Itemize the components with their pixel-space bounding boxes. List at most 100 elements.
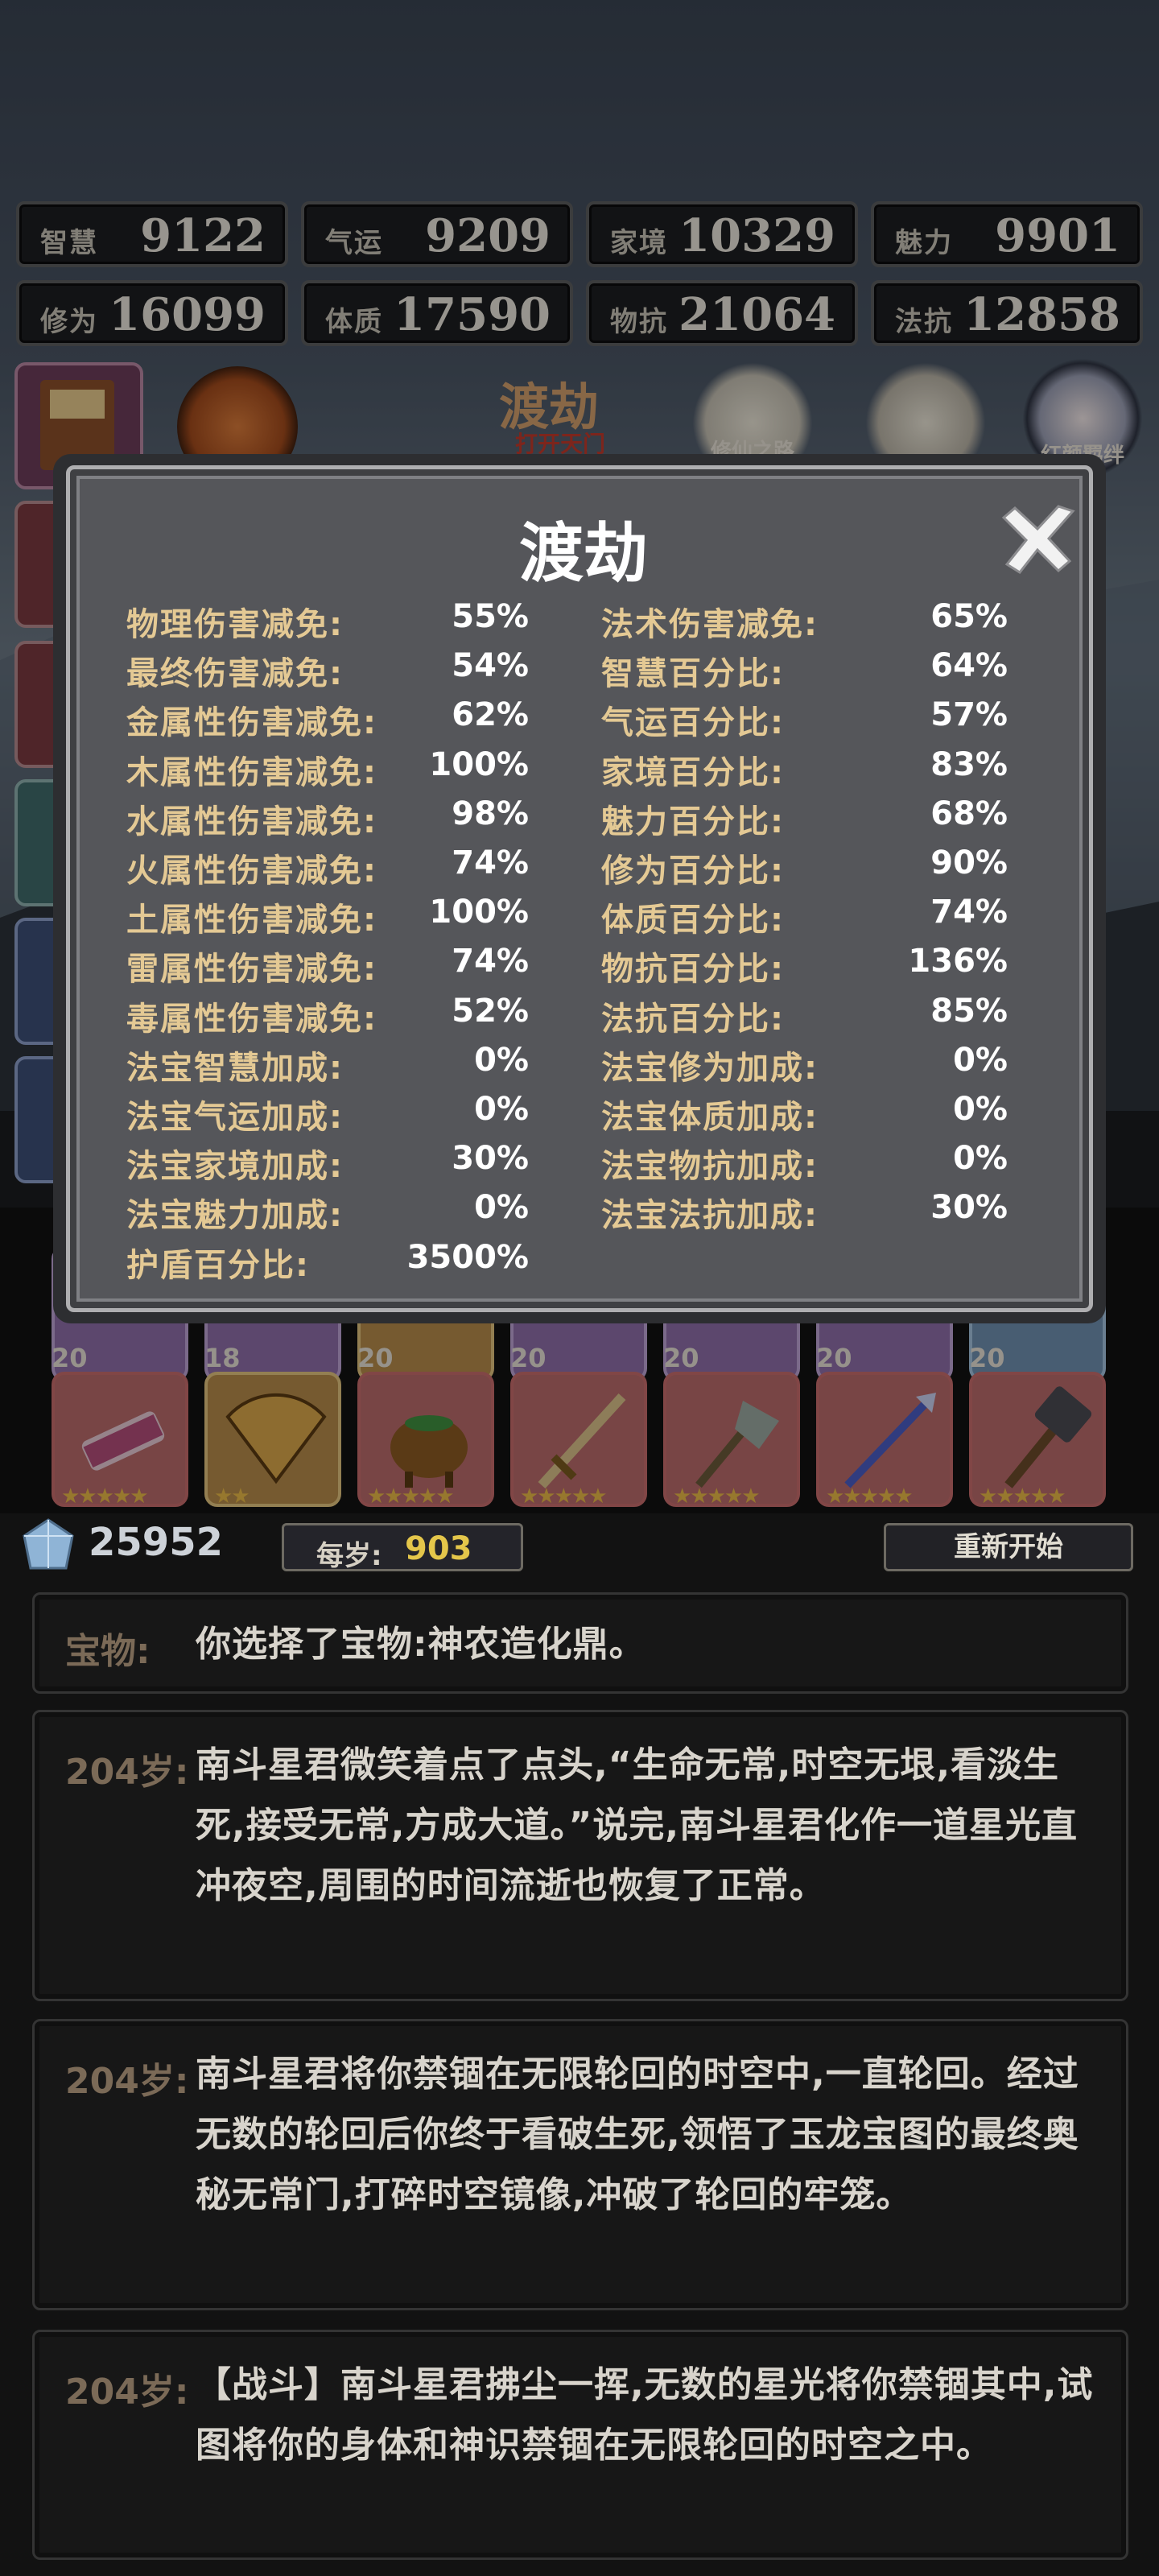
stat-row-label: 火属性伤害减免: bbox=[126, 852, 377, 890]
stat-row-label: 毒属性伤害减免: bbox=[126, 1000, 377, 1038]
stat-row: 物理伤害减免: 55% bbox=[126, 598, 529, 646]
stat-row-label: 水属性伤害减免: bbox=[126, 803, 377, 840]
stat-row-value: 74% bbox=[930, 894, 1008, 931]
stat-row: 法宝智慧加成: 0% bbox=[126, 1042, 529, 1090]
log-text: 【战斗】南斗星君拂尘一挥,无数的星光将你禁锢其中,试图将你的身体和神识禁锢在无限… bbox=[196, 2364, 1094, 2466]
stat-row-value: 3500% bbox=[406, 1238, 529, 1276]
stat-row-label: 金属性伤害减免: bbox=[126, 704, 377, 742]
stat-row-value: 0% bbox=[474, 1041, 529, 1079]
stat-row-label: 魅力百分比: bbox=[601, 803, 785, 840]
stat-row: 法宝物抗加成: 0% bbox=[601, 1140, 1008, 1188]
stat-row-label: 物抗百分比: bbox=[601, 951, 785, 989]
stat-row-value: 90% bbox=[930, 844, 1008, 881]
stat-row-value: 65% bbox=[930, 598, 1008, 635]
stat-row-value: 0% bbox=[953, 1041, 1008, 1079]
stat-row-label: 土属性伤害减免: bbox=[126, 902, 377, 939]
stat-row-label: 法宝魅力加成: bbox=[126, 1197, 344, 1235]
stat-row-value: 100% bbox=[429, 894, 529, 931]
stat-row-label: 法宝体质加成: bbox=[601, 1099, 819, 1136]
stat-row-label: 雷属性伤害减免: bbox=[126, 951, 377, 989]
close-icon bbox=[1001, 505, 1075, 574]
stat-row-value: 62% bbox=[452, 696, 529, 734]
stat-row-label: 家境百分比: bbox=[601, 753, 785, 791]
log-entry: 204岁: 南斗星君微笑着点了点头,“生命无常,时空无垠,看淡生死,接受无常,方… bbox=[32, 1710, 1128, 2001]
stat-row: 金属性伤害减免: 62% bbox=[126, 696, 529, 745]
stat-row-label: 气运百分比: bbox=[601, 704, 785, 742]
stat-row-value: 0% bbox=[953, 1091, 1008, 1128]
stat-row: 土属性伤害减免: 100% bbox=[126, 894, 529, 942]
stat-row-label: 法宝智慧加成: bbox=[126, 1049, 344, 1087]
log-tag: 204岁: bbox=[65, 2372, 189, 2413]
age-rate-box: 每岁: 903 bbox=[282, 1523, 523, 1572]
stat-row-value: 55% bbox=[452, 598, 529, 635]
stat-row-value: 74% bbox=[452, 943, 529, 980]
stat-row-value: 100% bbox=[429, 745, 529, 783]
stat-row: 家境百分比: 83% bbox=[601, 746, 1008, 795]
stat-row: 木属性伤害减免: 100% bbox=[126, 746, 529, 795]
stat-row-value: 30% bbox=[452, 1140, 529, 1178]
stat-row-value: 136% bbox=[908, 943, 1008, 980]
log-entry: 宝物: 你选择了宝物:神农造化鼎。 bbox=[32, 1592, 1128, 1694]
stat-row-value: 0% bbox=[953, 1140, 1008, 1178]
stat-row-value: 98% bbox=[452, 795, 529, 832]
stat-row: 水属性伤害减免: 98% bbox=[126, 795, 529, 844]
stat-row-label: 法宝家境加成: bbox=[126, 1148, 344, 1186]
stat-row: 法术伤害减免: 65% bbox=[601, 598, 1008, 646]
log-entry: 204岁: 【战斗】南斗星君拂尘一挥,无数的星光将你禁锢其中,试图将你的身体和神… bbox=[32, 2330, 1128, 2560]
stat-row-label: 护盾百分比: bbox=[126, 1246, 310, 1284]
stat-row: 法抗百分比: 85% bbox=[601, 993, 1008, 1041]
stat-row-value: 0% bbox=[474, 1189, 529, 1227]
stat-row: 火属性伤害减免: 74% bbox=[126, 844, 529, 893]
stat-row-value: 74% bbox=[452, 844, 529, 881]
stat-row-label: 法宝气运加成: bbox=[126, 1099, 344, 1136]
stat-row-label: 法宝物抗加成: bbox=[601, 1148, 819, 1186]
restart-button[interactable]: 重新开始 bbox=[884, 1523, 1133, 1571]
age-rate-value: 903 bbox=[405, 1530, 472, 1567]
stat-row: 法宝气运加成: 0% bbox=[126, 1091, 529, 1139]
stat-row: 气运百分比: 57% bbox=[601, 696, 1008, 745]
log-entry: 204岁: 南斗星君将你禁锢在无限轮回的时空中,一直轮回。经过无数的轮回后你终于… bbox=[32, 2019, 1128, 2310]
stat-row: 智慧百分比: 64% bbox=[601, 647, 1008, 696]
stat-row-value: 68% bbox=[930, 795, 1008, 832]
stat-row-label: 体质百分比: bbox=[601, 902, 785, 939]
stat-row-label: 法抗百分比: bbox=[601, 1000, 785, 1038]
stat-row: 最终伤害减免: 54% bbox=[126, 647, 529, 696]
stat-row-label: 法术伤害减免: bbox=[601, 606, 819, 643]
stat-row: 法宝修为加成: 0% bbox=[601, 1042, 1008, 1090]
gem-icon bbox=[23, 1518, 74, 1570]
stat-row-label: 法宝修为加成: bbox=[601, 1049, 819, 1087]
stat-row-value: 83% bbox=[930, 745, 1008, 783]
stat-row: 法宝魅力加成: 0% bbox=[126, 1189, 529, 1237]
close-button[interactable] bbox=[992, 500, 1081, 580]
stat-row: 雷属性伤害减免: 74% bbox=[126, 943, 529, 991]
stat-row-value: 0% bbox=[474, 1091, 529, 1128]
stat-row-value: 85% bbox=[930, 992, 1008, 1030]
log-tag: 204岁: bbox=[65, 1752, 189, 1793]
stat-row-value: 30% bbox=[930, 1189, 1008, 1227]
stat-row-value: 54% bbox=[452, 647, 529, 685]
stat-row: 法宝家境加成: 30% bbox=[126, 1140, 529, 1188]
stat-row-label: 法宝法抗加成: bbox=[601, 1197, 819, 1235]
stat-row: 修为百分比: 90% bbox=[601, 844, 1008, 893]
stat-row-value: 52% bbox=[452, 992, 529, 1030]
stat-row: 法宝法抗加成: 30% bbox=[601, 1189, 1008, 1237]
stat-row-value: 64% bbox=[930, 647, 1008, 685]
modal-title: 渡劫 bbox=[519, 515, 648, 591]
stat-row-label: 修为百分比: bbox=[601, 852, 785, 890]
stat-row: 物抗百分比: 136% bbox=[601, 943, 1008, 991]
stat-row-label: 物理伤害减免: bbox=[126, 606, 344, 643]
stat-row-label: 最终伤害减免: bbox=[126, 655, 344, 693]
log-text: 南斗星君微笑着点了点头,“生命无常,时空无垠,看淡生死,接受无常,方成大道。”说… bbox=[196, 1744, 1079, 1906]
stat-row-label: 木属性伤害减免: bbox=[126, 753, 377, 791]
tribulation-stats-modal: 渡劫 物理伤害减免: 55% 最终伤害减免: 54% 金属性伤害减免: 62% 木属性伤害减… bbox=[66, 465, 1093, 1312]
stat-row: 护盾百分比: 3500% bbox=[126, 1239, 529, 1287]
stat-row: 毒属性伤害减免: 52% bbox=[126, 993, 529, 1041]
game-screen: 智慧 9122 气运 9209 家境 10329 魅力 9901 修为 1609… bbox=[0, 0, 1159, 2576]
log-text: 你选择了宝物:神农造化鼎。 bbox=[196, 1624, 645, 1665]
age-rate-label: 每岁: bbox=[316, 1540, 382, 1572]
log-tag: 宝物: bbox=[65, 1631, 151, 1672]
gem-count: 25952 bbox=[89, 1520, 223, 1565]
stat-row: 魅力百分比: 68% bbox=[601, 795, 1008, 844]
log-tag: 204岁: bbox=[65, 2061, 189, 2102]
stat-row-value: 57% bbox=[930, 696, 1008, 734]
